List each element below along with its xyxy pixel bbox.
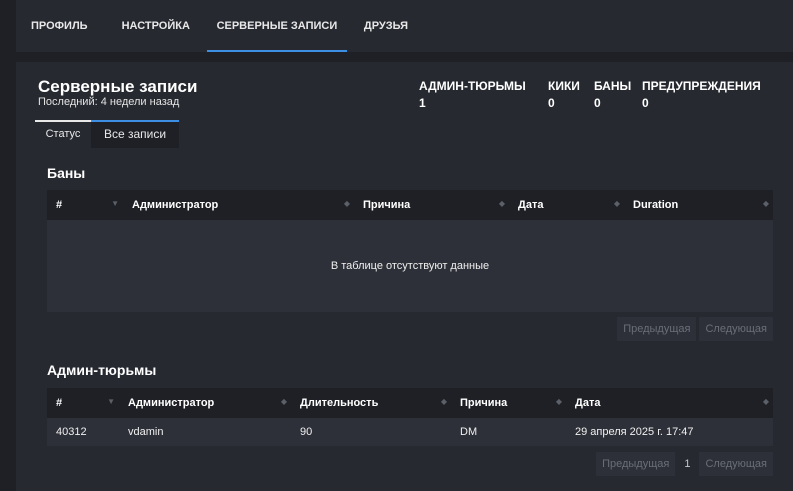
sort-icon: ◆	[762, 199, 769, 208]
stat-label: КИКИ	[548, 79, 580, 93]
column-label: Администратор	[128, 397, 215, 409]
jails-table: # ▼ Администратор ◆ Длительность ◆ Причина ◆…	[47, 388, 773, 446]
column-header-admin[interactable]: Администратор ◆	[123, 190, 354, 220]
stat-label: ПРЕДУПРЕЖДЕНИЯ	[642, 79, 761, 93]
stat-value: 0	[642, 96, 649, 110]
next-page-button[interactable]: Следующая	[699, 452, 773, 476]
stat-admin-jails: АДМИН-ТЮРЬМЫ 1	[419, 79, 526, 110]
column-label: Администратор	[132, 199, 219, 211]
records-subtabs: Статус Все записи	[35, 120, 179, 148]
column-header-duration[interactable]: Duration ◆	[624, 190, 773, 220]
column-label: #	[56, 199, 63, 211]
sort-icon: ◆	[762, 397, 769, 406]
next-page-button[interactable]: Следующая	[699, 317, 773, 341]
cell-reason: DM	[460, 426, 478, 438]
sort-icon: ◆	[613, 199, 620, 208]
bans-section-title: Баны	[47, 165, 86, 181]
column-label: #	[56, 397, 63, 409]
sort-icon: ◆	[280, 397, 287, 406]
tab-profile[interactable]: ПРОФИЛЬ	[16, 0, 105, 52]
server-records-card: Серверные записи Последний: 4 недели наз…	[16, 62, 793, 491]
jails-pagination: Предыдущая 1 Следующая	[596, 452, 773, 476]
column-header-reason[interactable]: Причина ◆	[451, 388, 566, 418]
stat-kicks: КИКИ 0	[548, 79, 580, 110]
top-navigation: ПРОФИЛЬ НАСТРОЙКА СЕРВЕРНЫЕ ЗАПИСИ ДРУЗЬ…	[16, 0, 793, 52]
sort-icon: ◆	[440, 397, 447, 406]
stats-summary: АДМИН-ТЮРЬМЫ 1 КИКИ 0 БАНЫ 0 ПРЕДУПРЕЖДЕ…	[16, 79, 793, 111]
column-header-reason[interactable]: Причина ◆	[354, 190, 509, 220]
cell-id: 40312	[56, 426, 87, 438]
tab-friends[interactable]: ДРУЗЬЯ	[347, 0, 425, 52]
sort-icon: ▼	[111, 199, 119, 208]
column-header-duration[interactable]: Длительность ◆	[291, 388, 451, 418]
page-number-button[interactable]: 1	[678, 452, 697, 476]
stat-value: 1	[419, 96, 426, 110]
sort-icon: ◆	[343, 199, 350, 208]
jails-section-title: Админ-тюрьмы	[47, 362, 157, 378]
cell-date: 29 апреля 2025 г. 17:47	[575, 426, 694, 438]
jails-table-header: # ▼ Администратор ◆ Длительность ◆ Причина ◆…	[47, 388, 773, 418]
column-header-date[interactable]: Дата ◆	[566, 388, 773, 418]
stat-bans: БАНЫ 0	[594, 79, 631, 110]
sort-icon: ◆	[498, 199, 505, 208]
stat-label: АДМИН-ТЮРЬМЫ	[419, 79, 526, 93]
column-header-id[interactable]: # ▼	[47, 388, 119, 418]
bans-empty-message: В таблице отсутствуют данные	[47, 220, 773, 312]
stat-value: 0	[548, 96, 555, 110]
column-label: Дата	[518, 199, 544, 211]
tab-settings[interactable]: НАСТРОЙКА	[105, 0, 207, 52]
tab-server-records[interactable]: СЕРВЕРНЫЕ ЗАПИСИ	[206, 0, 347, 52]
column-label: Причина	[460, 397, 508, 409]
stat-value: 0	[594, 96, 601, 110]
column-header-admin[interactable]: Администратор ◆	[119, 388, 291, 418]
column-label: Длительность	[300, 397, 379, 409]
column-header-id[interactable]: # ▼	[47, 190, 123, 220]
sort-icon: ◆	[555, 397, 562, 406]
cell-admin: vdamin	[128, 426, 164, 438]
subtab-status[interactable]: Статус	[35, 120, 91, 148]
bans-table: # ▼ Администратор ◆ Причина ◆ Дата ◆ Duratio…	[47, 190, 773, 312]
column-label: Duration	[633, 199, 679, 211]
stat-warnings: ПРЕДУПРЕЖДЕНИЯ 0	[642, 79, 761, 110]
sort-icon: ▼	[107, 397, 115, 406]
column-label: Причина	[363, 199, 411, 211]
bans-table-header: # ▼ Администратор ◆ Причина ◆ Дата ◆ Duratio…	[47, 190, 773, 220]
table-row: 40312 vdamin 90 DM 29 апреля 2025 г. 17:…	[47, 418, 773, 446]
cell-duration: 90	[300, 426, 313, 438]
previous-page-button[interactable]: Предыдущая	[596, 452, 676, 476]
column-header-date[interactable]: Дата ◆	[509, 190, 624, 220]
bans-pagination: Предыдущая Следующая	[617, 317, 773, 341]
column-label: Дата	[575, 397, 601, 409]
stat-label: БАНЫ	[594, 79, 632, 93]
previous-page-button[interactable]: Предыдущая	[617, 317, 697, 341]
subtab-all-records[interactable]: Все записи	[91, 120, 179, 148]
